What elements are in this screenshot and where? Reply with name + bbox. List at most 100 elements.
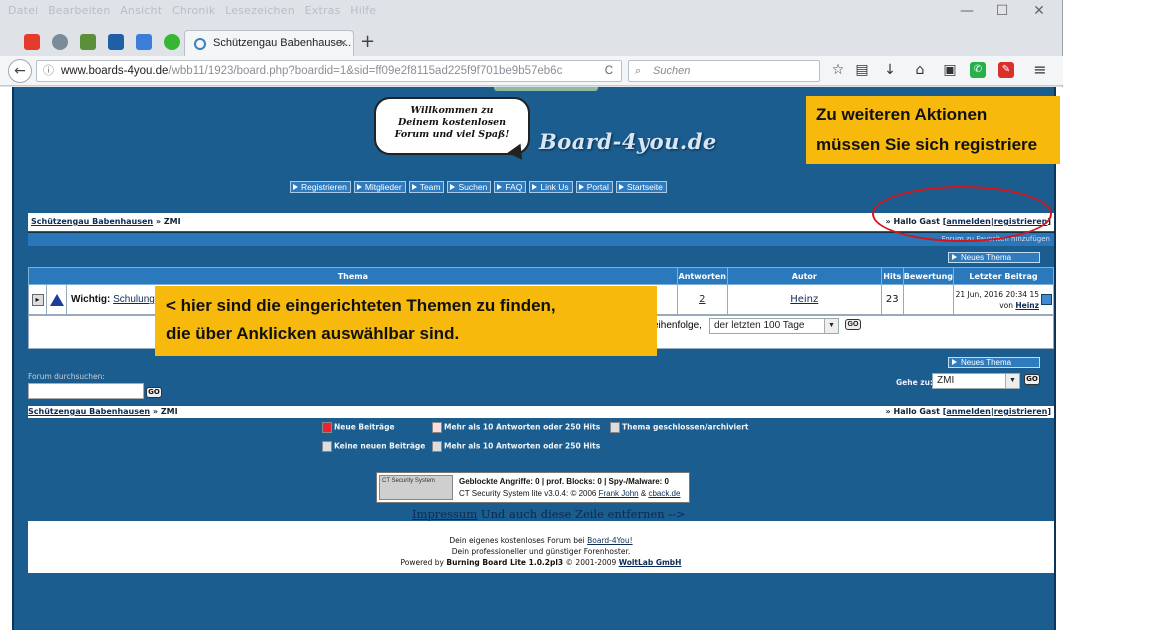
jump-to-value: ZMI (937, 375, 955, 386)
legend-new-posts-text: Neue Beiträge (334, 422, 395, 432)
time-range-value: der letzten 100 Tage (714, 320, 805, 331)
maximize-button[interactable]: ☐ (985, 3, 1019, 19)
nav-registrieren-button[interactable]: Registrieren (290, 181, 351, 193)
menu-bearbeiten[interactable]: Bearbeiten (48, 4, 110, 17)
go-to-last-post-icon[interactable] (1041, 294, 1052, 305)
impressum-link[interactable]: Impressum (412, 507, 477, 521)
addon-icon[interactable]: ✎ (998, 62, 1014, 78)
nav-team-button[interactable]: Team (408, 181, 445, 193)
pinned-tab-icon[interactable] (80, 34, 96, 50)
menu-datei[interactable]: Datei (8, 4, 38, 17)
nav-mitglieder-button[interactable]: Mitglieder (353, 181, 406, 193)
register-link[interactable]: registrieren (994, 407, 1048, 416)
replies-link[interactable]: 2 (699, 294, 705, 305)
sort-go-button[interactable]: GO (845, 319, 861, 330)
nav-faq-button[interactable]: FAQ (494, 181, 527, 193)
whatsapp-icon[interactable]: ✆ (970, 62, 986, 78)
col-autor[interactable]: Autor (726, 267, 882, 285)
search-input[interactable]: ⌕ Suchen (628, 60, 820, 82)
download-icon[interactable]: ↓ (882, 62, 898, 78)
forum-nav: Registrieren Mitglieder Team Suchen FAQ … (290, 181, 667, 193)
breadcrumb-board-link[interactable]: Schützengau Babenhausen (28, 407, 150, 416)
col-bewertung[interactable]: Bewertung (902, 267, 955, 285)
board4you-link[interactable]: Board-4You! (587, 536, 632, 545)
footer: Dein eigenes kostenloses Forum bei Board… (28, 521, 1054, 573)
welcome-bubble: Willkommen zu Deinem kostenlosen Forum u… (374, 97, 530, 155)
minimize-button[interactable]: — (950, 3, 984, 19)
jump-label: Gehe zu: (896, 378, 933, 387)
hits-cell: 23 (880, 284, 904, 315)
board-logo[interactable]: Board-4you.de (539, 129, 717, 154)
login-link[interactable]: anmelden (946, 407, 990, 416)
hot-new-icon (432, 422, 442, 433)
jump-go-button[interactable]: GO (1024, 374, 1040, 385)
url-path: /wbb11/1923/board.php?boardid=1&sid=ff09… (168, 65, 563, 77)
chevron-down-icon: ▼ (1005, 374, 1019, 388)
sort-label: eihenfolge, (653, 320, 702, 331)
menu-lesezeichen[interactable]: Lesezeichen (225, 4, 295, 17)
nav-linkus-button[interactable]: Link Us (529, 181, 573, 193)
home-icon[interactable]: ⌂ (912, 62, 928, 78)
close-tab-icon[interactable]: × (339, 35, 347, 50)
menu-chronik[interactable]: Chronik (172, 4, 215, 17)
footer-line-1: Dein eigenes kostenloses Forum bei Board… (28, 535, 1054, 546)
search-icon: ⌕ (635, 65, 642, 77)
author-link[interactable]: Heinz (790, 294, 818, 305)
pinned-tab-icon[interactable] (164, 34, 180, 50)
menu-extras[interactable]: Extras (305, 4, 341, 17)
pinned-tab-icon[interactable] (52, 34, 68, 50)
col-letzter-beitrag[interactable]: Letzter Beitrag (953, 267, 1054, 285)
footer-line-1-text: Dein eigenes kostenloses Forum bei (449, 536, 585, 545)
col-thema[interactable]: Thema (28, 267, 678, 285)
security-amp: & (640, 489, 647, 498)
forum-search-input[interactable] (28, 383, 144, 399)
topic-link[interactable]: Schulung (113, 294, 155, 305)
active-tab[interactable]: Schützengau Babenhause... × (184, 30, 354, 56)
pinned-tab-icon[interactable] (136, 34, 152, 50)
menu-hilfe[interactable]: Hilfe (350, 4, 376, 17)
url-bar[interactable]: ⓘ www.boards-4you.de/wbb11/1923/board.ph… (36, 60, 622, 82)
top-decoration (494, 87, 598, 91)
reload-icon[interactable]: C (605, 61, 613, 81)
back-button[interactable]: ← (8, 59, 32, 83)
close-window-button[interactable]: ✕ (1022, 3, 1056, 19)
pinned-tab-icon[interactable] (108, 34, 124, 50)
security-credit: CT Security System lite v3.0.4: © 2006 F… (459, 489, 680, 498)
impressum-line: Impressum Und auch diese Zeile entfernen… (412, 507, 686, 521)
pinned-tab-icon[interactable] (24, 34, 40, 50)
breadcrumb-board-link[interactable]: Schützengau Babenhausen (31, 217, 153, 226)
nav-portal-button[interactable]: Portal (575, 181, 613, 193)
nav-startseite-button[interactable]: Startseite (615, 181, 667, 193)
forum-search-label: Forum durchsuchen: (28, 372, 105, 381)
footer-copyright: © 2001-2009 (565, 558, 617, 567)
forum-frame: Willkommen zu Deinem kostenlosen Forum u… (12, 87, 1056, 630)
nav-suchen-button[interactable]: Suchen (447, 181, 492, 193)
time-range-select[interactable]: der letzten 100 Tage ▼ (709, 318, 839, 334)
no-new-icon (322, 441, 332, 452)
jump-to-select[interactable]: ZMI ▼ (932, 373, 1020, 389)
new-tab-button[interactable]: + (360, 31, 375, 52)
bookmark-star-icon[interactable]: ☆ (830, 62, 846, 78)
reading-list-icon[interactable]: ▤ (854, 62, 870, 78)
last-post-author-link[interactable]: Heinz (1015, 301, 1039, 310)
new-topic-button[interactable]: Neues Thema (948, 252, 1040, 263)
new-topic-button-bottom[interactable]: Neues Thema (948, 357, 1040, 368)
cback-link[interactable]: cback.de (648, 489, 680, 498)
site-favicon-icon (194, 38, 206, 50)
woltlab-link[interactable]: WoltLab GmbH (619, 558, 682, 567)
info-icon[interactable]: ⓘ (43, 61, 54, 81)
topic-type-cell (46, 284, 67, 315)
last-post-date: 21 Jun, 2016 20:34 15 (955, 289, 1039, 299)
frank-john-link[interactable]: Frank John (599, 489, 639, 498)
register-callout-line-2: müssen Sie sich registriere (816, 135, 1038, 154)
pocket-icon[interactable]: ▣ (942, 62, 958, 78)
col-antworten[interactable]: Antworten (676, 267, 728, 285)
hamburger-menu-icon[interactable]: ≡ (1032, 62, 1048, 78)
last-post-cell: 21 Jun, 2016 20:34 15 von Heinz (953, 284, 1054, 315)
search-go-button[interactable]: GO (146, 387, 162, 398)
legend-closed-text: Thema geschlossen/archiviert (622, 422, 749, 432)
title-bar: Datei Bearbeiten Ansicht Chronik Lesezei… (0, 0, 1063, 26)
menu-ansicht[interactable]: Ansicht (120, 4, 162, 17)
col-hits[interactable]: Hits (880, 267, 904, 285)
legend-hot-no-new-text: Mehr als 10 Antworten oder 250 Hits (444, 441, 601, 451)
